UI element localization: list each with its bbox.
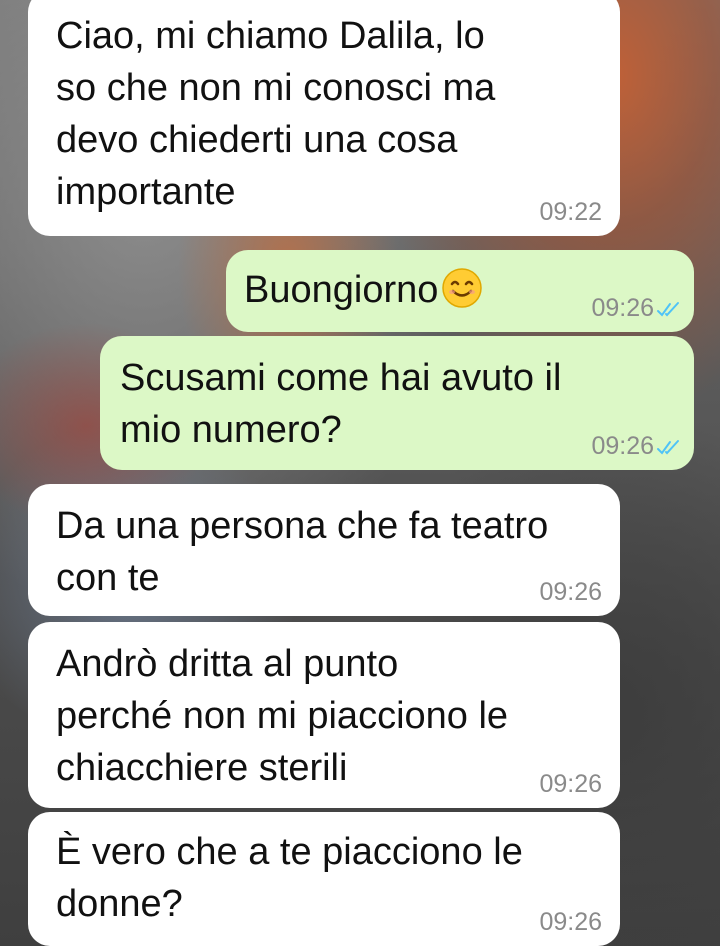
message-text: È vero che a te piacciono le donne? <box>56 831 523 925</box>
message-bubble-incoming[interactable]: Ciao, mi chiamo Dalila, lo so che non mi… <box>28 0 620 236</box>
message-text: Ciao, mi chiamo Dalila, lo so che non mi… <box>56 15 496 213</box>
message-timestamp: 09:26 <box>539 770 602 798</box>
message-bubble-incoming[interactable]: Da una persona che fa teatro con te 09:2… <box>28 484 620 616</box>
smiling-face-emoji-icon <box>442 268 483 308</box>
message-timestamp: 09:26 <box>539 578 602 606</box>
message-timestamp: 09:26 <box>591 432 654 460</box>
message-text: Andrò dritta al punto perché non mi piac… <box>56 643 509 789</box>
read-double-check-icon <box>657 302 679 317</box>
message-text: Scusami come hai avuto il mio numero? <box>120 357 562 451</box>
message-timestamp: 09:26 <box>539 908 602 936</box>
message-bubble-incoming[interactable]: Andrò dritta al punto perché non mi piac… <box>28 622 620 808</box>
message-bubble-outgoing[interactable]: Scusami come hai avuto il mio numero? 09… <box>100 336 694 470</box>
message-timestamp: 09:22 <box>539 198 602 226</box>
message-text: Da una persona che fa teatro con te <box>56 505 549 599</box>
message-timestamp: 09:26 <box>591 294 654 322</box>
message-bubble-outgoing[interactable]: Buongiorno 09:26 <box>226 250 694 332</box>
message-text-row: Buongiorno <box>244 264 483 316</box>
read-double-check-icon <box>657 440 679 455</box>
message-bubble-incoming[interactable]: È vero che a te piacciono le donne? 09:2… <box>28 812 620 946</box>
message-text: Buongiorno <box>244 269 439 311</box>
